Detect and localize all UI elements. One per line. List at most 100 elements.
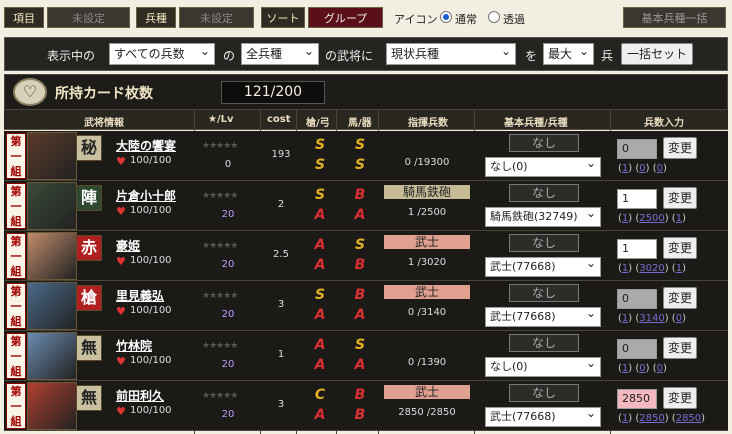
troop-input[interactable]: 0 <box>617 139 657 159</box>
type-label: 兵種 <box>136 7 176 28</box>
bulk-base-type-button[interactable]: 基本兵種一括 <box>623 7 726 28</box>
quick-links[interactable]: (1) (3020) (1) <box>618 263 686 274</box>
star-rating: ★★★★★ <box>202 291 238 301</box>
general-name-link[interactable]: 竹林院 <box>116 337 152 354</box>
aptitude-rank: A <box>354 207 366 223</box>
type-select[interactable]: 未設定 <box>179 7 254 28</box>
quick-links[interactable]: (1) (3140) (0) <box>618 313 686 324</box>
header-cmd: 指揮兵数 <box>408 118 448 129</box>
troop-type-select[interactable]: なし(0) <box>485 154 601 177</box>
change-button[interactable]: 変更 <box>663 237 697 259</box>
sort-label: ソート <box>261 7 305 28</box>
troop-type-select[interactable]: 全兵種 <box>241 41 319 65</box>
troop-type-select[interactable]: 武士(77668) <box>485 404 601 427</box>
base-type-display: なし <box>509 134 579 152</box>
cost-value: 193 <box>271 149 291 160</box>
level-value: 20 <box>221 259 235 270</box>
group-tag: 第一組 <box>6 283 26 329</box>
header-base: 基本兵種/兵種 <box>504 118 568 129</box>
current-troop-type: 武士 <box>384 285 470 299</box>
troop-type-select[interactable]: 武士(77668) <box>485 254 601 277</box>
quick-links[interactable]: (1) (2500) (1) <box>618 213 686 224</box>
radio-normal[interactable] <box>440 11 452 23</box>
quick-links[interactable]: (1) (0) (0) <box>618 363 667 374</box>
current-troop-type: 騎馬鉄砲 <box>384 185 470 199</box>
aptitude-rank: A <box>354 357 366 373</box>
command-count: 0 /19300 <box>404 157 450 168</box>
troop-input[interactable]: 1 <box>617 189 657 209</box>
header-cost: cost <box>267 114 291 125</box>
card-portrait[interactable] <box>27 132 77 180</box>
troop-type-select[interactable]: 武士(77668) <box>485 304 601 327</box>
troop-input[interactable]: 0 <box>617 339 657 359</box>
current-troop-type: 武士 <box>384 385 470 399</box>
rarity-badge: 陣 <box>76 185 102 211</box>
group-button[interactable]: グループ <box>308 7 383 28</box>
card-portrait[interactable] <box>27 332 77 380</box>
troop-count-select[interactable]: すべての兵数 <box>109 41 215 65</box>
card-portrait[interactable] <box>27 182 77 230</box>
rarity-badge: 槍 <box>76 285 102 311</box>
card-portrait[interactable] <box>27 382 77 430</box>
quick-links[interactable]: (1) (0) (0) <box>618 163 667 174</box>
aptitude-rank: B <box>354 407 366 423</box>
aptitude-rank: B <box>354 187 366 203</box>
level-value: 20 <box>221 359 235 370</box>
group-tag: 第一組 <box>6 183 26 229</box>
troop-input[interactable]: 0 <box>617 289 657 309</box>
aptitude-rank: A <box>314 207 326 223</box>
header-spear: 槍/弓 <box>306 118 330 129</box>
change-button[interactable]: 変更 <box>663 387 697 409</box>
transparent-label: 透過 <box>503 13 525 26</box>
aptitude-rank: A <box>314 257 326 273</box>
base-type-display: なし <box>509 184 579 202</box>
general-name-link[interactable]: 前田利久 <box>116 387 164 404</box>
table-row: 第一組槍里見義弘 ♥ 100/100 ★★★★★ 20 3 S A B A 武士 0 /3140 なし武… <box>4 281 728 331</box>
hp-value: 100/100 <box>130 355 172 366</box>
hp-value: 100/100 <box>130 155 172 166</box>
header-card: 武将情報 <box>84 118 124 129</box>
group-tag: 第一組 <box>6 383 26 429</box>
change-button[interactable]: 変更 <box>663 287 697 309</box>
group-tag: 第一組 <box>6 133 26 179</box>
troop-input[interactable]: 2850 <box>617 389 657 409</box>
general-name-link[interactable]: 大陸の饗宴 <box>116 137 176 154</box>
radio-transparent[interactable] <box>488 11 500 23</box>
aptitude-rank: A <box>314 357 326 373</box>
item-select[interactable]: 未設定 <box>47 7 130 28</box>
change-button[interactable]: 変更 <box>663 187 697 209</box>
table-row: 第一組秘大陸の饗宴 ♥ 100/100 ★★★★★ 0 193 S S S S 0 /19300 なし… <box>4 131 728 181</box>
current-type-select[interactable]: 現状兵種 <box>386 41 516 65</box>
header-star: ★/Lv <box>208 114 234 125</box>
bulk-set-button[interactable]: 一括セット <box>621 43 693 65</box>
rarity-badge: 無 <box>76 385 102 411</box>
card-portrait[interactable] <box>27 282 77 330</box>
filter-of: の <box>223 49 236 63</box>
cost-value: 2 <box>277 199 285 210</box>
cost-value: 2.5 <box>273 249 289 260</box>
card-portrait[interactable] <box>27 232 77 280</box>
quick-links[interactable]: (1) (2850) (2850) <box>618 413 705 424</box>
command-count: 1 /3020 <box>407 257 447 268</box>
troop-type-select[interactable]: なし(0) <box>485 354 601 377</box>
general-name-link[interactable]: 里見義弘 <box>116 287 164 304</box>
heart-icon: ♥ <box>116 355 126 368</box>
base-type-display: なし <box>509 334 579 352</box>
aptitude-rank: S <box>354 157 366 173</box>
aptitude-rank: B <box>354 387 366 403</box>
filter-prefix: 表示中の <box>47 49 96 63</box>
change-button[interactable]: 変更 <box>663 337 697 359</box>
star-rating: ★★★★★ <box>202 191 238 201</box>
aptitude-rank: S <box>354 237 366 253</box>
troop-input[interactable]: 1 <box>617 239 657 259</box>
card-count-value: 121/200 <box>221 81 325 104</box>
card-count-title: 所持カード枚数 <box>55 86 153 102</box>
change-button[interactable]: 変更 <box>663 137 697 159</box>
general-name-link[interactable]: 片倉小十郎 <box>116 187 176 204</box>
general-name-link[interactable]: 豪姫 <box>116 237 140 254</box>
troop-type-select[interactable]: 騎馬鉄砲(32749) <box>485 204 601 227</box>
hp-value: 100/100 <box>130 305 172 316</box>
clan-emblem-icon: ♡ <box>13 78 47 106</box>
heart-icon: ♥ <box>116 205 126 218</box>
max-select[interactable]: 最大 <box>543 41 594 65</box>
